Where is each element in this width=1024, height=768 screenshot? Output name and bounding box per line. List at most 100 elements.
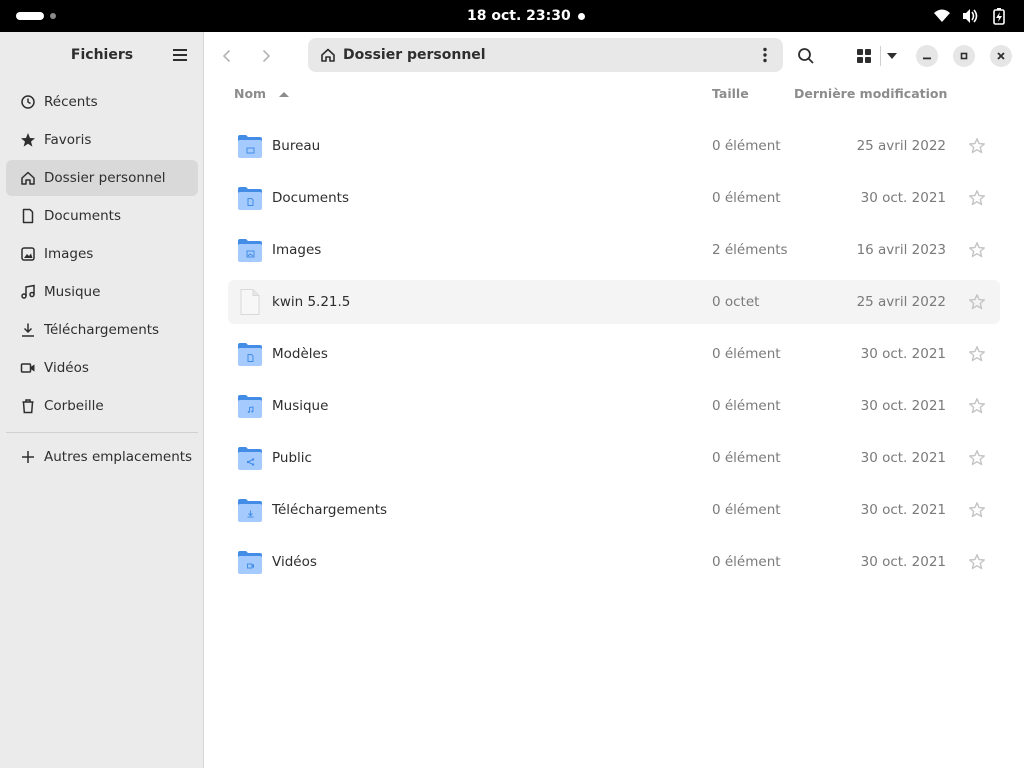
table-row[interactable]: kwin 5.21.5 0 octet 25 avril 2022 [228, 280, 1000, 324]
folder-icon [238, 551, 262, 574]
file-size: 0 élément [712, 450, 781, 466]
column-header-label: Nom [234, 86, 267, 101]
search-icon [798, 48, 814, 64]
document-icon [22, 208, 34, 224]
close-button[interactable] [990, 45, 1012, 67]
table-row[interactable]: Musique 0 élément 30 oct. 2021 [228, 384, 1000, 428]
home-icon [321, 48, 335, 62]
maximize-button[interactable] [953, 45, 975, 67]
hamburger-menu-icon[interactable] [170, 46, 190, 64]
file-modified-date: 30 oct. 2021 [860, 190, 946, 206]
star-icon[interactable] [968, 189, 986, 207]
file-size: 0 élément [712, 138, 781, 154]
file-size: 0 élément [712, 346, 781, 362]
table-row[interactable]: Téléchargements 0 élément 30 oct. 2021 [228, 488, 1000, 532]
star-icon[interactable] [968, 293, 986, 311]
forward-button[interactable] [252, 42, 280, 70]
star-icon [21, 133, 35, 147]
notification-dot [578, 13, 585, 20]
file-name: Musique [272, 398, 329, 414]
sidebar-item-label: Musique [44, 284, 101, 300]
clock[interactable]: 18 oct. 23:30 [467, 0, 571, 32]
file-modified-date: 25 avril 2022 [856, 294, 946, 310]
sidebar: Fichiers Récents Favoris Dossier personn… [0, 32, 204, 768]
search-button[interactable] [792, 42, 820, 70]
file-modified-date: 16 avril 2023 [856, 242, 946, 258]
file-name: Vidéos [272, 554, 317, 570]
table-row[interactable]: Modèles 0 élément 30 oct. 2021 [228, 332, 1000, 376]
table-row[interactable]: Images 2 éléments 16 avril 2023 [228, 228, 1000, 272]
sidebar-item-favorites[interactable]: Favoris [6, 122, 198, 158]
star-icon[interactable] [968, 397, 986, 415]
video-icon [20, 363, 35, 373]
maximize-icon [960, 52, 968, 60]
kebab-menu-icon[interactable] [756, 46, 774, 64]
star-icon[interactable] [968, 345, 986, 363]
sidebar-item-recents[interactable]: Récents [6, 84, 198, 120]
view-grid-button[interactable] [850, 42, 878, 70]
sidebar-item-videos[interactable]: Vidéos [6, 350, 198, 386]
workspace-indicator[interactable] [50, 13, 56, 19]
table-row[interactable]: Bureau 0 élément 25 avril 2022 [228, 124, 1000, 168]
file-size: 0 élément [712, 502, 781, 518]
path-bar[interactable]: Dossier personnel [308, 38, 783, 72]
file-size: 0 élément [712, 190, 781, 206]
minimize-button[interactable] [916, 45, 938, 67]
file-icon [240, 289, 260, 315]
file-modified-date: 30 oct. 2021 [860, 398, 946, 414]
top-bar: 18 oct. 23:30 [0, 0, 1024, 32]
back-button[interactable] [213, 42, 241, 70]
sidebar-item-label: Vidéos [44, 360, 89, 376]
table-row[interactable]: Vidéos 0 élément 30 oct. 2021 [228, 540, 1000, 584]
file-size: 0 octet [712, 294, 760, 310]
sidebar-item-home[interactable]: Dossier personnel [6, 160, 198, 196]
sidebar-item-label: Autres emplacements [44, 449, 193, 465]
sidebar-item-music[interactable]: Musique [6, 274, 198, 310]
sidebar-item-label: Récents [44, 94, 98, 110]
sidebar-item-images[interactable]: Images [6, 236, 198, 272]
sidebar-item-label: Téléchargements [44, 322, 160, 338]
file-name: kwin 5.21.5 [272, 294, 351, 310]
folder-icon [238, 343, 262, 366]
sidebar-item-label: Documents [44, 208, 121, 224]
file-modified-date: 30 oct. 2021 [860, 554, 946, 570]
plus-icon [22, 451, 34, 463]
file-name: Images [272, 242, 322, 258]
table-row[interactable]: Documents 0 élément 30 oct. 2021 [228, 176, 1000, 220]
column-header-name[interactable]: Nom [234, 84, 290, 104]
view-options-button[interactable] [878, 42, 906, 70]
star-icon[interactable] [968, 501, 986, 519]
wifi-icon[interactable] [932, 6, 952, 26]
download-icon [22, 323, 34, 337]
column-header-size[interactable]: Taille [712, 84, 749, 104]
column-header-modified[interactable]: Dernière modification [794, 84, 947, 104]
file-modified-date: 25 avril 2022 [856, 138, 946, 154]
file-size: 2 éléments [712, 242, 788, 258]
home-icon [21, 171, 35, 185]
sidebar-item-documents[interactable]: Documents [6, 198, 198, 234]
clock-icon [21, 95, 35, 109]
sidebar-item-label: Corbeille [44, 398, 104, 414]
current-folder-label[interactable]: Dossier personnel [343, 38, 486, 72]
star-icon[interactable] [968, 241, 986, 259]
file-modified-date: 30 oct. 2021 [860, 346, 946, 362]
music-icon [21, 284, 35, 299]
activities-indicator[interactable] [16, 12, 44, 20]
file-name: Modèles [272, 346, 328, 362]
star-icon[interactable] [968, 449, 986, 467]
sort-ascending-icon [279, 92, 290, 97]
chevron-left-icon [222, 49, 231, 63]
folder-icon [238, 239, 262, 262]
battery-icon[interactable] [989, 6, 1009, 26]
star-icon[interactable] [968, 553, 986, 571]
sidebar-item-other-locations[interactable]: Autres emplacements [6, 439, 198, 475]
sidebar-item-trash[interactable]: Corbeille [6, 388, 198, 424]
main-pane: Dossier personnel Nom Taille Dernière mo… [204, 32, 1024, 768]
table-row[interactable]: Public 0 élément 30 oct. 2021 [228, 436, 1000, 480]
sidebar-item-downloads[interactable]: Téléchargements [6, 312, 198, 348]
file-size: 0 élément [712, 554, 781, 570]
volume-icon[interactable] [960, 6, 980, 26]
star-icon[interactable] [968, 137, 986, 155]
grid-icon [857, 49, 871, 63]
file-size: 0 élément [712, 398, 781, 414]
